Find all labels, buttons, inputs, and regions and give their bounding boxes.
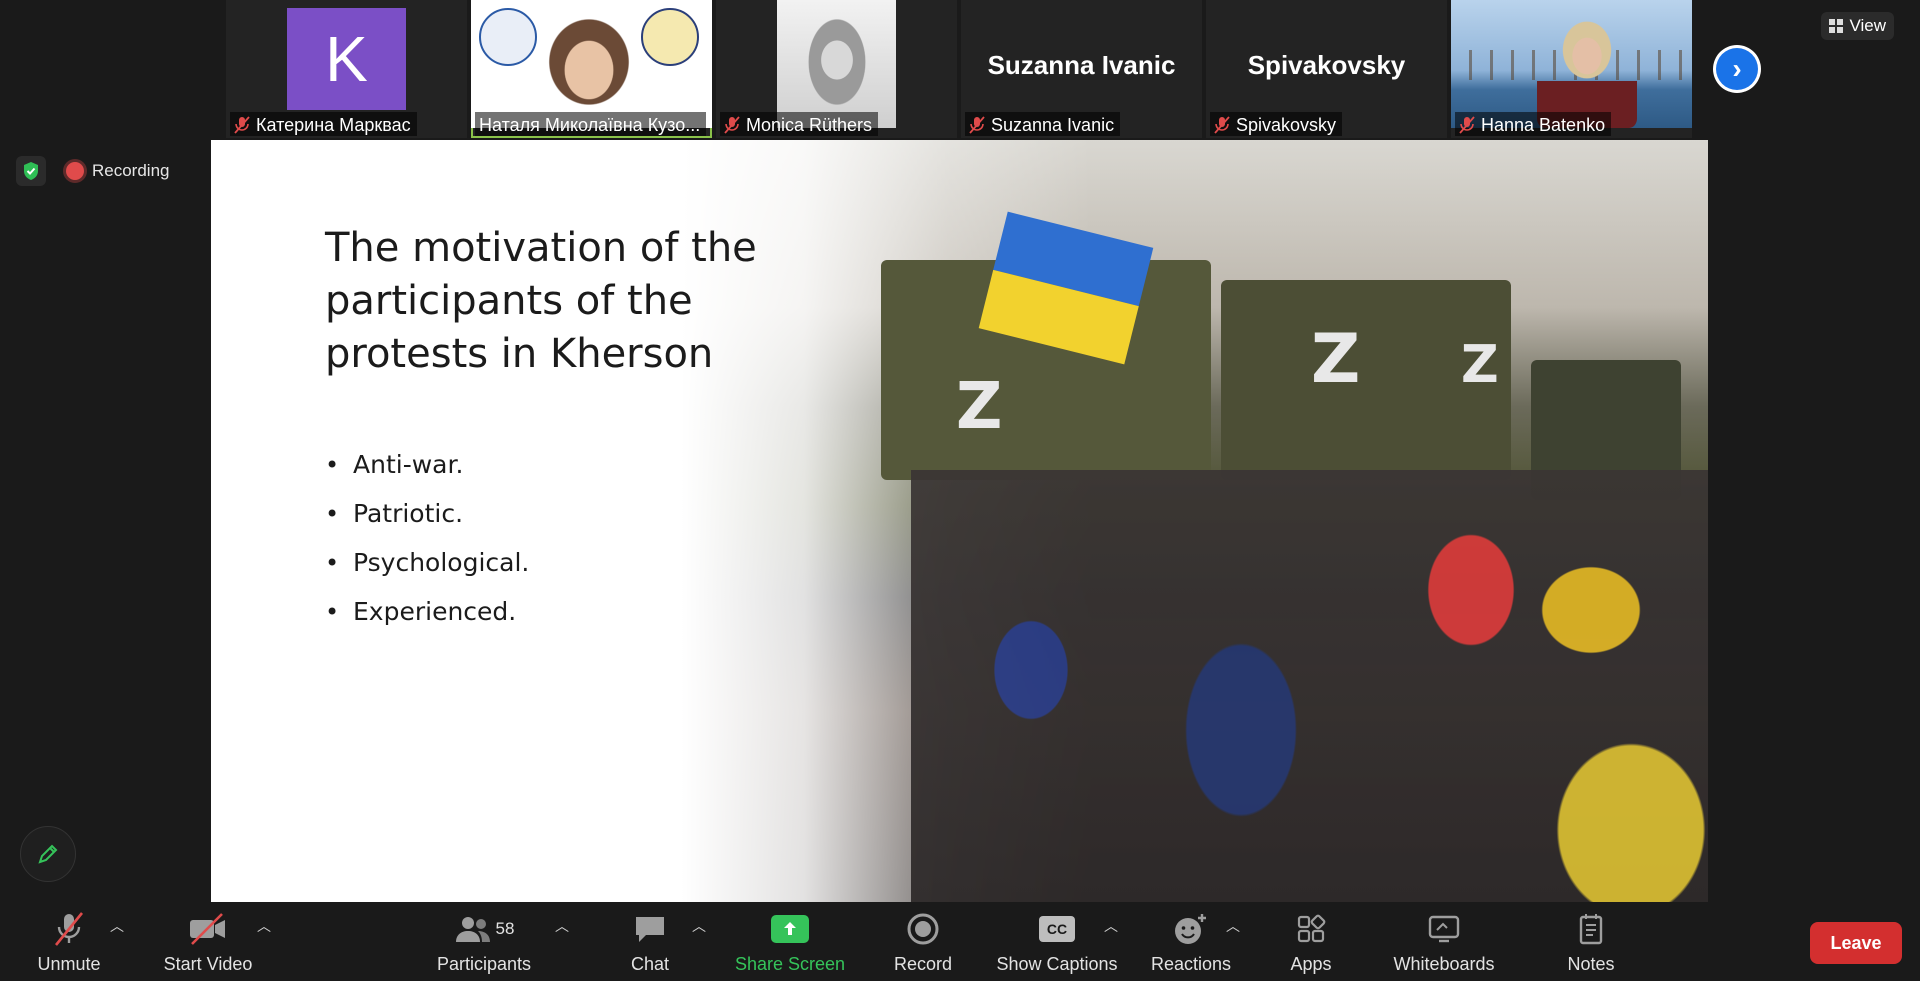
- view-label: View: [1849, 16, 1886, 35]
- pencil-icon: [38, 844, 58, 864]
- person-video: [1537, 10, 1637, 128]
- participants-options-caret[interactable]: ︿: [555, 916, 569, 936]
- participants-button[interactable]: 58 Participants: [434, 910, 534, 980]
- share-screen-icon: [771, 915, 809, 943]
- leave-button[interactable]: Leave: [1810, 922, 1902, 964]
- participant-label: Suzanna Ivanic: [965, 112, 1121, 136]
- participant-tile-active[interactable]: Наталя Миколаївна Кузо...: [471, 0, 712, 138]
- apps-button[interactable]: Apps: [1285, 910, 1337, 980]
- slide-title: The motivation of the participants of th…: [325, 225, 757, 377]
- participant-tile[interactable]: Monica Rüthers: [716, 0, 957, 138]
- record-dot-icon: [66, 162, 84, 180]
- participant-name: Suzanna Ivanic: [991, 114, 1115, 135]
- truck-z-mark: Z: [956, 370, 1003, 444]
- unmute-button[interactable]: Unmute: [30, 910, 108, 980]
- chat-options-caret[interactable]: ︿: [692, 916, 706, 936]
- recording-indicator[interactable]: Recording: [60, 156, 176, 186]
- participant-tile[interactable]: Suzanna Ivanic Suzanna Ivanic: [961, 0, 1202, 138]
- reactions-icon: [1173, 910, 1209, 948]
- notes-label: Notes: [1567, 954, 1615, 974]
- share-screen-button[interactable]: Share Screen: [732, 910, 848, 980]
- chat-button[interactable]: Chat: [620, 910, 680, 980]
- apps-label: Apps: [1290, 954, 1332, 974]
- person-face: [533, 12, 645, 128]
- participant-display-name: Spivakovsky: [1247, 50, 1406, 80]
- reactions-label: Reactions: [1150, 954, 1232, 974]
- institute-logo: [641, 8, 699, 66]
- show-captions-label: Show Captions: [996, 954, 1118, 974]
- mic-muted-icon: [234, 116, 250, 134]
- video-off-icon: [188, 910, 228, 948]
- participant-label: Monica Rüthers: [720, 112, 879, 136]
- participant-name: Hanna Batenko: [1481, 114, 1606, 135]
- annotate-pencil-button[interactable]: [20, 826, 76, 882]
- closed-captions-icon: CC: [1039, 916, 1075, 942]
- participants-label: Participants: [436, 954, 532, 974]
- avatar: K: [287, 8, 406, 110]
- reactions-button[interactable]: Reactions: [1150, 910, 1232, 980]
- next-page-button[interactable]: ›: [1713, 45, 1761, 93]
- truck-z-mark: Z: [1311, 320, 1361, 399]
- participant-display-name: Suzanna Ivanic: [987, 50, 1176, 80]
- participant-tile[interactable]: Hanna Batenko: [1451, 0, 1692, 138]
- start-video-label: Start Video: [163, 954, 253, 974]
- video-options-caret[interactable]: ︿: [257, 916, 271, 936]
- participants-count: 58: [495, 919, 515, 938]
- whiteboards-button[interactable]: Whiteboards: [1390, 910, 1498, 980]
- participant-name: Наталя Миколаївна Кузо...: [479, 114, 701, 135]
- chat-icon: [633, 910, 667, 948]
- unmute-label: Unmute: [37, 954, 101, 974]
- mic-muted-icon: [1214, 116, 1230, 134]
- truck-z-mark: Z: [1461, 335, 1499, 395]
- crowd: [911, 470, 1708, 902]
- participant-tile[interactable]: K Катерина Маркваc: [226, 0, 467, 138]
- share-screen-label: Share Screen: [734, 954, 846, 974]
- grid-icon: [1829, 19, 1844, 33]
- participant-label: Наталя Миколаївна Кузо...: [475, 112, 707, 136]
- bullet-item: Anti-war.: [325, 440, 529, 489]
- participant-name: Катерина Маркваc: [256, 114, 411, 135]
- participant-label: Hanna Batenko: [1455, 112, 1612, 136]
- participant-name: Spivakovsky: [1236, 114, 1337, 135]
- whiteboards-label: Whiteboards: [1393, 954, 1495, 974]
- record-icon: [906, 910, 940, 948]
- notes-icon: [1577, 910, 1605, 948]
- mic-muted-icon: [724, 116, 740, 134]
- participant-video: [471, 0, 712, 128]
- recording-label: Recording: [92, 161, 170, 180]
- start-video-button[interactable]: Start Video: [160, 910, 256, 980]
- audio-options-caret[interactable]: ︿: [110, 916, 124, 936]
- shared-screen-slide: Z Z Z The motivation of the participants…: [211, 140, 1708, 902]
- participant-video: [1451, 0, 1692, 128]
- mic-off-icon: [52, 910, 86, 948]
- bullet-item: Psychological.: [325, 538, 529, 587]
- slide-bullets: Anti-war. Patriotic. Psychological. Expe…: [325, 440, 529, 636]
- participants-icon: 58: [454, 910, 515, 948]
- view-button[interactable]: View: [1821, 12, 1894, 40]
- mic-muted-icon: [1459, 116, 1475, 134]
- notes-button[interactable]: Notes: [1563, 910, 1619, 980]
- participant-tile[interactable]: Spivakovsky Spivakovsky: [1206, 0, 1447, 138]
- security-shield-icon[interactable]: [16, 156, 46, 186]
- person-photo: [795, 10, 879, 128]
- participant-strip: K Катерина Маркваc Наталя Миколаївна Куз…: [226, 0, 1692, 138]
- whiteboard-icon: [1427, 910, 1461, 948]
- university-logo: [479, 8, 537, 66]
- mic-muted-icon: [969, 116, 985, 134]
- reactions-options-caret[interactable]: ︿: [1226, 916, 1240, 936]
- record-label: Record: [893, 954, 953, 974]
- chevron-right-icon: ›: [1716, 48, 1758, 90]
- participant-label: Spivakovsky: [1210, 112, 1343, 136]
- bullet-item: Experienced.: [325, 587, 529, 636]
- record-button[interactable]: Record: [890, 910, 956, 980]
- participant-video: [777, 0, 896, 128]
- meeting-toolbar: Unmute ︿ Start Video ︿ 58 Participants ︿…: [0, 902, 1920, 981]
- bullet-item: Patriotic.: [325, 489, 529, 538]
- apps-icon: [1296, 910, 1326, 948]
- participant-name: Monica Rüthers: [746, 114, 873, 135]
- participant-label: Катерина Маркваc: [230, 112, 417, 136]
- chat-label: Chat: [630, 954, 670, 974]
- show-captions-button[interactable]: CC Show Captions: [995, 910, 1119, 980]
- captions-options-caret[interactable]: ︿: [1104, 916, 1118, 936]
